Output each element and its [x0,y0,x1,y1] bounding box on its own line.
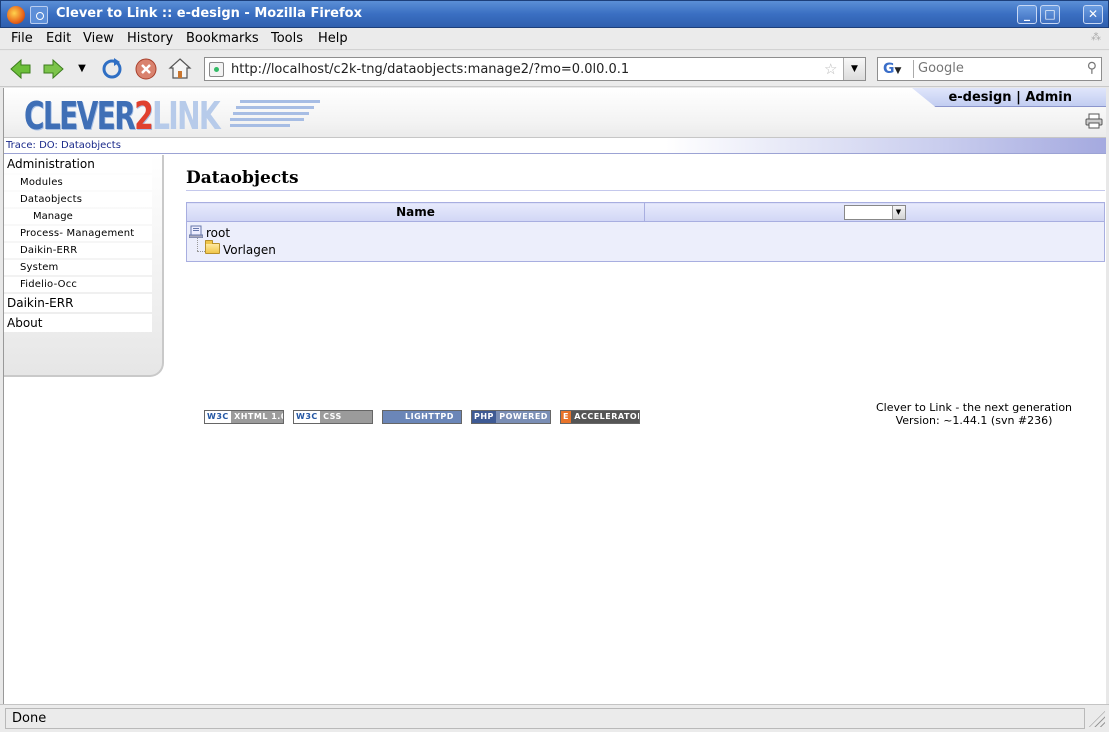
forward-button[interactable] [42,57,66,81]
menu-edit[interactable]: Edit [46,31,71,46]
window-menu-icon[interactable] [30,6,48,24]
back-arrow-icon [10,58,31,80]
home-icon [168,58,192,79]
maximize-button[interactable]: □ [1040,5,1060,24]
logo-text-clever: CLEVER [24,94,136,138]
css-badge-w3c: W3C [294,411,320,423]
action-select[interactable]: ▼ [843,204,906,220]
forward-arrow-icon [43,58,64,80]
sidebar-item-process-management[interactable]: Process- Management [4,226,152,241]
eaccelerator-badge-letter: E [561,411,571,423]
tree-node-vorlagen[interactable]: Vorlagen [189,238,1100,259]
minimize-button[interactable]: _ [1017,5,1037,24]
menu-help[interactable]: Help [318,31,348,46]
bookmark-star-icon[interactable]: ☆ [824,60,837,78]
menu-tools[interactable]: Tools [271,31,303,46]
xhtml-badge-label: XHTML 1.0 [234,412,284,421]
resize-grip-icon[interactable] [1089,711,1105,727]
company-link[interactable]: e-design [948,90,1011,105]
sidebar-item-daikin-err[interactable]: Daikin-ERR [4,294,152,312]
history-dropdown-button[interactable]: ▼ [72,57,92,81]
menu-view[interactable]: View [83,31,114,46]
sidebar-navigation: Administration Modules Dataobjects Manag… [4,155,164,377]
sidebar-item-dataobjects[interactable]: Dataobjects [4,192,152,207]
sidebar-item-daikin-err-sub[interactable]: Daikin-ERR [4,243,152,258]
user-separator: | [1016,90,1021,105]
css-badge-label: CSS [323,412,342,421]
status-text: Done [5,708,1085,729]
xhtml-badge[interactable]: W3C XHTML 1.0 [204,410,284,424]
php-badge-text: POWERED [499,412,548,421]
breadcrumb-trace: Trace: DO: Dataobjects [4,138,1106,154]
php-badge[interactable]: PHP POWERED [471,410,551,424]
version-text: Version: ~1.44.1 (svn #236) [895,414,1053,427]
menu-bar: File Edit View History Bookmarks Tools H… [0,28,1109,50]
stop-icon [135,58,157,80]
chevron-down-icon: ▼ [891,205,905,219]
search-icon[interactable]: ⚲ [1087,60,1097,76]
close-button[interactable]: ✕ [1083,5,1103,24]
tree-label-root[interactable]: root [206,226,230,240]
sidebar-item-administration[interactable]: Administration [4,155,152,173]
print-icon[interactable] [1085,113,1103,129]
sidebar-item-about[interactable]: About [4,314,152,332]
window-title: Clever to Link :: e-design - Mozilla Fir… [56,6,362,21]
user-link[interactable]: Admin [1025,90,1072,105]
tree-node-root[interactable]: root [189,225,1100,242]
search-engine-button[interactable]: G▼ [880,60,914,78]
tree-cell: root Vorlagen [187,222,1105,262]
tree-label-vorlagen[interactable]: Vorlagen [223,243,276,257]
web-page: CLEVER2LINK e-design | Admin Trace: DO: … [3,88,1106,704]
logo-speed-lines [230,98,320,128]
main-content: Dataobjects Name ▼ root Vorlagen [186,168,1105,262]
home-button[interactable] [168,57,192,81]
navigation-toolbar: ▼ ☆ ▼ G▼ ⚲ [0,51,1109,87]
sidebar-item-system[interactable]: System [4,260,152,275]
menu-file[interactable]: File [11,31,33,46]
eaccelerator-badge[interactable]: E ACCELERATOR [560,410,640,424]
logo-text-link: LINK [152,94,221,138]
tagline: Clever to Link - the next generation [875,401,1073,414]
column-header-actions: ▼ [644,202,1105,222]
lighttpd-badge-label: LIGHTTPD [405,412,454,421]
chevron-down-icon: ▼ [894,66,902,76]
window-titlebar: Clever to Link :: e-design - Mozilla Fir… [0,0,1109,28]
css-badge[interactable]: W3C CSS [293,410,373,424]
column-header-name[interactable]: Name [186,202,645,222]
menu-history[interactable]: History [127,31,173,46]
reload-icon [102,58,122,79]
eaccelerator-badge-label: ACCELERATOR [574,412,640,421]
server-icon [189,225,203,238]
sidebar-item-modules[interactable]: Modules [4,175,152,190]
url-dropdown-button[interactable]: ▼ [843,58,865,80]
status-bar: Done [0,704,1109,732]
version-info: Clever to Link - the next generation Ver… [844,401,1104,427]
php-badge-label: PHP [472,411,496,423]
search-bar[interactable]: G▼ ⚲ [877,57,1102,81]
site-identity-icon[interactable] [209,62,224,77]
logo-text-2: 2 [134,94,153,138]
site-header: CLEVER2LINK e-design | Admin [4,88,1106,138]
user-info-tab: e-design | Admin [912,88,1106,107]
reload-button[interactable] [100,57,124,81]
url-bar[interactable]: ☆ ▼ [204,57,866,81]
dataobjects-table: Name ▼ root Vorlagen [186,202,1105,262]
back-button[interactable] [8,57,32,81]
menu-bookmarks[interactable]: Bookmarks [186,31,259,46]
xhtml-badge-w3c: W3C [205,411,231,423]
folder-icon [205,240,220,254]
firefox-icon [7,6,25,24]
throbber-icon: ⁂ [1091,32,1101,43]
url-input[interactable] [231,60,821,78]
sidebar-item-fidelio-occ[interactable]: Fidelio-Occ [4,277,152,292]
stop-button[interactable] [134,57,158,81]
lighttpd-badge[interactable]: LIGHTTPD [382,410,462,424]
sidebar-item-manage[interactable]: Manage [4,209,152,224]
search-input[interactable] [918,61,1078,76]
page-title: Dataobjects [186,168,1105,191]
clever2link-logo[interactable]: CLEVER2LINK [24,94,221,138]
